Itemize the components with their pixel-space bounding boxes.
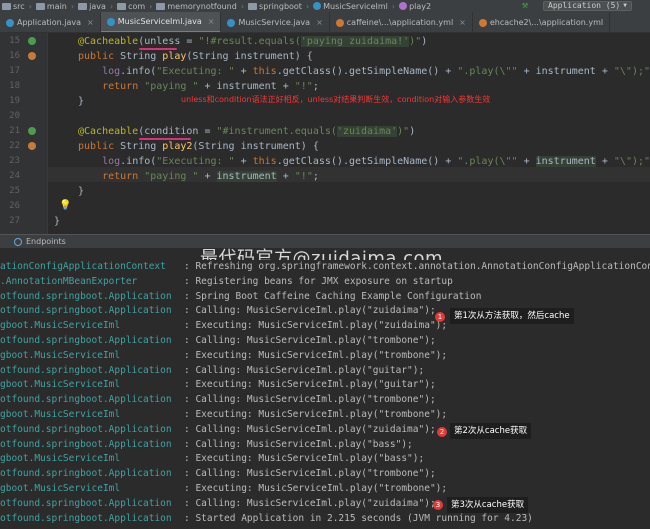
spring-bean-icon[interactable]: [28, 127, 36, 135]
log-row: otfound.springboot.Application: Started …: [0, 513, 533, 524]
log-row: gboot.MusicServiceIml: Executing: MusicS…: [0, 453, 425, 464]
log-row: otfound.springboot.Application: Calling:…: [0, 394, 436, 405]
line-number: 24: [9, 171, 20, 181]
code-line-22: public String play2(String instrument) {: [78, 141, 319, 152]
class-icon: [6, 18, 14, 27]
folder-icon: [35, 2, 45, 10]
line-number: 21: [9, 126, 20, 136]
breadcrumb-memorynotfound[interactable]: memorynotfound: [156, 2, 237, 11]
chevron-right-icon: ›: [305, 1, 310, 11]
line-number: 18: [9, 81, 20, 91]
folder-icon: [117, 2, 127, 10]
folder-icon: [156, 2, 166, 10]
spring-bean-icon[interactable]: [28, 37, 36, 45]
build-hammer-icon[interactable]: ⚒: [519, 0, 531, 12]
chevron-right-icon: ›: [109, 1, 114, 11]
log-row: otfound.springboot.Application: Spring B…: [0, 291, 482, 302]
log-row: gboot.MusicServiceIml: Executing: MusicS…: [0, 379, 436, 390]
log-row: otfound.springboot.Application: Calling:…: [0, 365, 425, 376]
line-number: 19: [9, 96, 20, 106]
breadcrumb-method[interactable]: play2: [399, 2, 431, 11]
callout-badge-1: 1: [435, 312, 445, 322]
lightbulb-icon[interactable]: 💡: [59, 201, 71, 211]
tab-ehcache2-application-yml[interactable]: ehcache2\...\application.yml: [473, 12, 611, 32]
override-icon[interactable]: [28, 52, 36, 60]
code-line-27: }: [54, 216, 61, 227]
chevron-down-icon: ▼: [623, 2, 627, 9]
chevron-right-icon: ›: [70, 1, 75, 11]
breadcrumb-springboot[interactable]: springboot: [248, 2, 302, 11]
code-line-18: return "paying " + instrument + "!";: [102, 81, 319, 92]
console-output[interactable]: ationConfigApplicationContext: Refreshin…: [0, 260, 650, 529]
code-line-23: log.info("Executing: " + this.getClass()…: [102, 156, 650, 167]
callout-badge-3: 3: [433, 500, 443, 510]
log-row: ationConfigApplicationContext: Refreshin…: [0, 261, 650, 272]
line-number: 15: [9, 36, 20, 46]
log-row: gboot.MusicServiceIml: Executing: MusicS…: [0, 409, 448, 420]
log-row: gboot.MusicServiceIml: Executing: MusicS…: [0, 350, 448, 361]
code-line-15: @Cacheable(unless = "!#result.equals('pa…: [78, 36, 428, 47]
line-number: 27: [9, 216, 20, 226]
breadcrumb-com[interactable]: com: [117, 2, 145, 11]
editor-tabs: Application.java × MusicServiceIml.java × …: [0, 12, 650, 33]
override-icon[interactable]: [28, 142, 36, 150]
close-icon[interactable]: ×: [87, 18, 94, 27]
breadcrumb-java[interactable]: java: [78, 2, 106, 11]
breadcrumb-class[interactable]: MusicServiceIml: [313, 2, 388, 11]
tab-application-java[interactable]: Application.java ×: [0, 12, 101, 32]
line-number: 23: [9, 156, 20, 166]
chevron-right-icon: ›: [240, 1, 245, 11]
folder-icon: [2, 2, 11, 10]
interface-icon: [227, 18, 236, 27]
line-number: 16: [9, 51, 20, 61]
tab-musicserviceiml-java[interactable]: MusicServiceIml.java ×: [100, 12, 222, 32]
code-line-21: @Cacheable(condition = "#instrument.equa…: [78, 126, 416, 137]
line-number: 25: [9, 186, 20, 196]
editor-gutter: 15 16 17 18 19 20 21 22 23 24 25 26 27: [0, 33, 48, 234]
line-number: 22: [9, 141, 20, 151]
tab-endpoints[interactable]: Endpoints: [26, 237, 66, 246]
class-icon: [106, 17, 115, 26]
red-annotation-note: unless和condition语法正好相反，unless对结果判断生效，con…: [181, 95, 491, 104]
code-line-24: return "paying " + instrument + "!";: [102, 171, 319, 182]
chevron-right-icon: ›: [28, 1, 32, 11]
yml-file-icon: [335, 18, 344, 27]
tab-musicservice-java[interactable]: MusicService.java ×: [221, 12, 330, 32]
close-icon[interactable]: ×: [208, 17, 215, 26]
callout-note-3: 第3次从cache获取: [447, 497, 529, 513]
chevron-right-icon: ›: [149, 1, 153, 11]
callout-note-2: 第2次从cache获取: [450, 423, 532, 439]
close-icon[interactable]: ×: [459, 18, 466, 27]
endpoints-icon: [14, 237, 22, 246]
folder-icon: [78, 2, 88, 10]
line-number: 20: [9, 111, 20, 121]
callout-note-1: 第1次从方法获取，然后cache: [450, 308, 574, 324]
code-line-25: }: [78, 186, 85, 197]
breadcrumb-main[interactable]: main: [35, 2, 67, 11]
log-row: gboot.MusicServiceIml: Executing: MusicS…: [0, 483, 448, 494]
folder-icon: [248, 2, 258, 10]
log-row: .AnnotationMBeanExporter: Registering be…: [0, 276, 453, 287]
log-row: otfound.springboot.Application: Calling:…: [0, 498, 436, 509]
log-row: otfound.springboot.Application: Calling:…: [0, 468, 436, 479]
code-line-19: }: [78, 96, 85, 107]
run-config-selector[interactable]: Application (5) ▼: [543, 1, 632, 11]
class-icon: [313, 2, 322, 10]
code-editor[interactable]: 15 16 17 18 19 20 21 22 23 24 25 26 27 💡…: [0, 33, 650, 234]
line-number: 26: [9, 201, 20, 211]
method-icon: [399, 2, 408, 10]
line-number: 17: [9, 66, 20, 76]
log-row: otfound.springboot.Application: Calling:…: [0, 439, 413, 450]
breadcrumb-src[interactable]: src: [2, 2, 25, 11]
code-line-16: public String play(String instrument) {: [78, 51, 313, 62]
log-row: otfound.springboot.Application: Calling:…: [0, 424, 436, 435]
yml-file-icon: [478, 18, 487, 27]
tab-caffeine-application-yml[interactable]: caffeine\...\application.yml ×: [330, 12, 473, 32]
callout-badge-2: 2: [437, 427, 447, 437]
close-icon[interactable]: ×: [316, 18, 323, 27]
code-line-17: log.info("Executing: " + this.getClass()…: [102, 66, 650, 77]
log-row: otfound.springboot.Application: Calling:…: [0, 335, 436, 346]
chevron-right-icon: ›: [391, 1, 396, 11]
